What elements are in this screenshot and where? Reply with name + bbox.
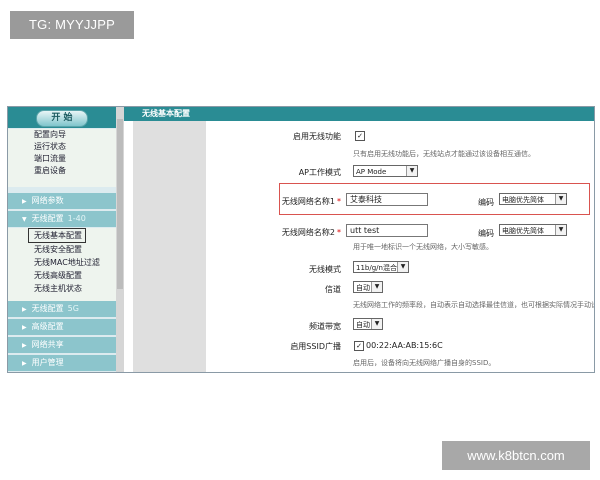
sidebar-item-wireless-basic[interactable]: 无线基本配置 xyxy=(28,228,86,243)
encoding2-select[interactable]: 电脑优先简体 ▼ xyxy=(499,224,567,236)
bandwidth-label: 频道带宽 xyxy=(309,322,341,331)
ssid2-label: 无线网络名称2 * xyxy=(281,228,341,237)
sidebar-section-advanced[interactable]: ▶ 高级配置 xyxy=(8,319,116,335)
ap-mode-select[interactable]: AP Mode ▼ xyxy=(353,165,418,177)
content-header: 无线基本配置 xyxy=(124,107,594,121)
bandwidth-select[interactable]: 自动 ▼ xyxy=(353,318,383,330)
sidebar-scrollbar[interactable] xyxy=(116,107,124,372)
dropdown-arrow-icon: ▼ xyxy=(397,262,408,272)
ap-mode-label: AP工作模式 xyxy=(298,168,341,177)
ssid-broadcast-checkbox[interactable]: ✓ xyxy=(354,341,364,351)
enable-wireless-desc: 只有启用无线功能后，无线站点才能通过该设备相互通信。 xyxy=(353,150,535,158)
watermark-bottom: www.k8btcn.com xyxy=(442,441,590,470)
sidebar-section-user-management[interactable]: ▶ 用户管理 xyxy=(8,355,116,371)
dropdown-arrow-icon: ▼ xyxy=(371,319,382,329)
expand-arrow-icon: ▶ xyxy=(22,360,27,367)
encoding1-select[interactable]: 电脑优先简体 ▼ xyxy=(499,193,567,205)
expand-arrow-icon: ▶ xyxy=(22,198,27,205)
encoding1-label: 编码 xyxy=(478,198,494,207)
sidebar-item-setup-wizard[interactable]: 配置向导 xyxy=(8,129,116,141)
watermark-top: TG: MYYJJPP xyxy=(10,11,134,39)
sidebar-section-wireless[interactable]: ▼ 无线配置 1-40 xyxy=(8,211,116,227)
scrollbar-thumb[interactable] xyxy=(117,119,123,289)
start-button[interactable]: 开 始 xyxy=(36,110,88,127)
channel-desc: 无线网络工作的频率段，自动表示自动选择最佳信道，也可根据实际情况手动设 xyxy=(353,301,595,309)
encoding2-label: 编码 xyxy=(478,229,494,238)
wireless-mode-select[interactable]: 11b/g/n混合 ▼ xyxy=(353,261,409,273)
collapse-arrow-icon: ▼ xyxy=(22,216,27,223)
router-admin-window: 开 始 配置向导 运行状态 端口流量 重启设备 ▶ 网络参数 ▼ 无线配置 1-40 … xyxy=(7,106,595,373)
dropdown-arrow-icon: ▼ xyxy=(406,166,417,176)
sidebar-item-run-status[interactable]: 运行状态 xyxy=(8,141,116,153)
wireless-mode-label: 无线模式 xyxy=(309,265,341,274)
sidebar-item-wireless-hosts[interactable]: 无线主机状态 xyxy=(8,282,116,295)
expand-arrow-icon: ▶ xyxy=(22,306,27,313)
sidebar-item-wireless-advanced[interactable]: 无线高级配置 xyxy=(8,269,116,282)
dropdown-arrow-icon: ▼ xyxy=(555,225,566,235)
enable-wireless-checkbox[interactable]: ✓ xyxy=(355,131,365,141)
content-left-panel xyxy=(133,121,206,372)
wireless-submenu: 无线基本配置 无线安全配置 无线MAC地址过滤 无线高级配置 无线主机状态 xyxy=(8,228,116,312)
ssid2-input[interactable]: utt test xyxy=(346,224,428,237)
expand-arrow-icon: ▶ xyxy=(22,324,27,331)
ssid-broadcast-label: 启用SSID广播 xyxy=(290,342,341,351)
sidebar-header: 开 始 xyxy=(8,107,116,128)
dropdown-arrow-icon: ▼ xyxy=(555,194,566,204)
ssid-broadcast-desc: 启用后，设备将向无线网络广播自身的SSID。 xyxy=(353,359,496,367)
ssid-desc: 用于唯一地标识一个无线网络，大小写敏感。 xyxy=(353,243,493,251)
enable-wireless-label: 启用无线功能 xyxy=(293,132,341,141)
channel-select[interactable]: 自动 ▼ xyxy=(353,281,383,293)
sidebar-item-port-traffic[interactable]: 端口流量 xyxy=(8,153,116,165)
sidebar-item-restart[interactable]: 重启设备 xyxy=(8,165,116,177)
sidebar-section-network[interactable]: ▶ 网络参数 xyxy=(8,193,116,209)
mac-address: 00:22:AA:AB:15:6C xyxy=(366,341,443,350)
sidebar: 开 始 配置向导 运行状态 端口流量 重启设备 ▶ 网络参数 ▼ 无线配置 1-40 … xyxy=(8,107,116,372)
channel-label: 信道 xyxy=(325,285,341,294)
sidebar-section-wireless-5g[interactable]: ▶ 无线配置 5G xyxy=(8,301,116,317)
ssid1-input[interactable]: 艾泰科技 xyxy=(346,193,428,206)
dropdown-arrow-icon: ▼ xyxy=(371,282,382,292)
sidebar-section-network-share[interactable]: ▶ 网络共享 xyxy=(8,337,116,353)
sidebar-item-wireless-security[interactable]: 无线安全配置 xyxy=(8,243,116,256)
expand-arrow-icon: ▶ xyxy=(22,342,27,349)
sidebar-item-wireless-mac-filter[interactable]: 无线MAC地址过滤 xyxy=(8,256,116,269)
page-title: 无线基本配置 xyxy=(142,109,190,118)
quick-menu: 配置向导 运行状态 端口流量 重启设备 xyxy=(8,129,116,187)
ssid1-label: 无线网络名称1 * xyxy=(281,197,341,206)
